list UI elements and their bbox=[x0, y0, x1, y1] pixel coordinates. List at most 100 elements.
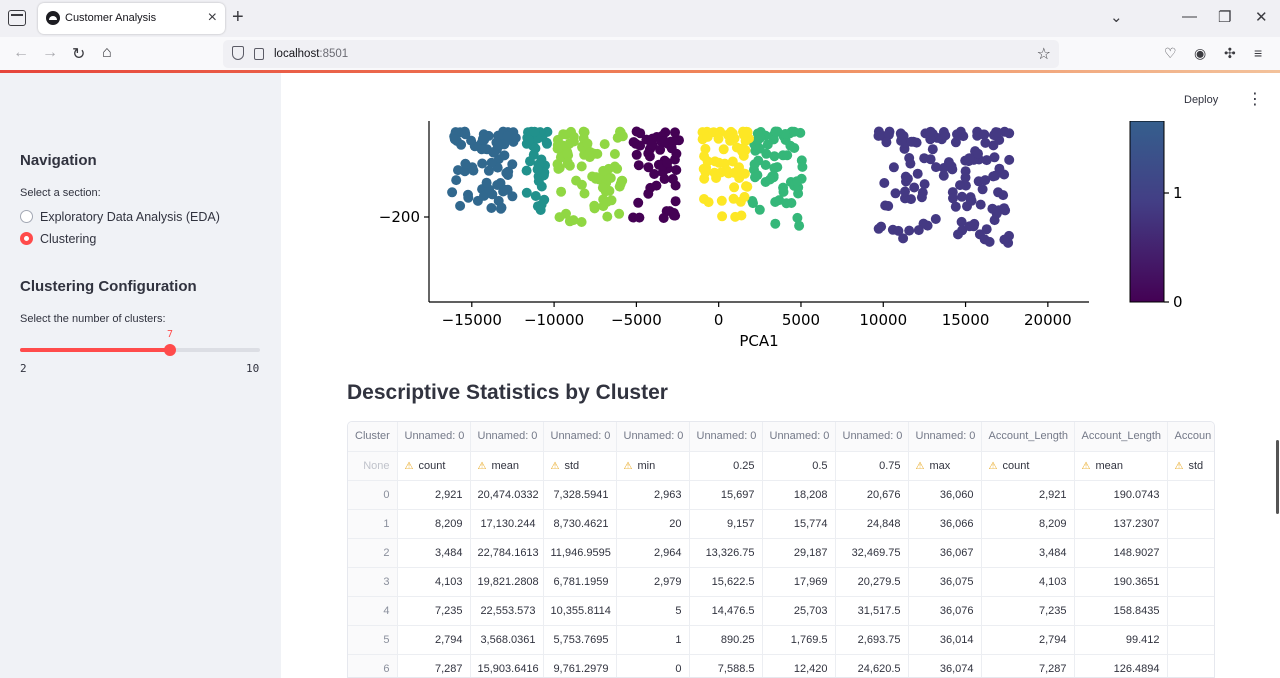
table-cell[interactable]: 36,075 bbox=[908, 567, 982, 597]
deploy-button[interactable]: Deploy bbox=[1184, 94, 1218, 106]
table-cell[interactable] bbox=[1167, 596, 1214, 626]
column-header[interactable]: Unnamed: 0 bbox=[397, 422, 471, 452]
table-cell[interactable]: 5,753.7695 bbox=[543, 625, 617, 655]
slider-thumb[interactable] bbox=[164, 344, 176, 356]
row-index-cell[interactable]: 2 bbox=[348, 538, 398, 568]
table-cell[interactable]: 19,821.2808 bbox=[470, 567, 544, 597]
table-cell[interactable]: 7,328.5941 bbox=[543, 480, 617, 510]
back-icon[interactable]: ← bbox=[13, 44, 29, 62]
table-cell[interactable]: 5 bbox=[616, 596, 690, 626]
radio-button-selected[interactable] bbox=[20, 232, 33, 245]
shield-icon[interactable] bbox=[232, 46, 244, 60]
table-cell[interactable]: 9,157 bbox=[689, 509, 763, 539]
table-cell[interactable]: 2,979 bbox=[616, 567, 690, 597]
column-header[interactable]: Unnamed: 0 bbox=[762, 422, 836, 452]
table-cell[interactable]: 17,969 bbox=[762, 567, 836, 597]
forward-icon[interactable]: → bbox=[42, 44, 58, 62]
table-cell[interactable]: 3,484 bbox=[981, 538, 1075, 568]
row-index-cell[interactable]: 0 bbox=[348, 480, 398, 510]
restore-icon[interactable]: ❐ bbox=[1218, 8, 1231, 26]
table-cell[interactable]: 20,676 bbox=[835, 480, 909, 510]
table-cell[interactable]: 18,208 bbox=[762, 480, 836, 510]
table-cell[interactable]: 24,848 bbox=[835, 509, 909, 539]
table-cell[interactable]: 7,235 bbox=[397, 596, 471, 626]
pocket-icon[interactable]: ♡ bbox=[1164, 45, 1177, 62]
table-cell[interactable]: 11,946.9595 bbox=[543, 538, 617, 568]
table-cell[interactable]: 8,730.4621 bbox=[543, 509, 617, 539]
tab-list-icon[interactable] bbox=[8, 10, 26, 26]
row-index-cell[interactable]: 5 bbox=[348, 625, 398, 655]
radio-button[interactable] bbox=[20, 210, 33, 223]
table-cell[interactable]: 190.0743 bbox=[1074, 480, 1168, 510]
table-cell[interactable]: 36,060 bbox=[908, 480, 982, 510]
column-header[interactable]: Unnamed: 0 bbox=[543, 422, 617, 452]
minimize-icon[interactable]: — bbox=[1182, 8, 1197, 25]
more-options-icon[interactable]: ⋮ bbox=[1247, 92, 1263, 108]
column-header[interactable]: Unnamed: 0 bbox=[689, 422, 763, 452]
column-header[interactable]: Unnamed: 0 bbox=[835, 422, 909, 452]
table-cell[interactable]: 29,187 bbox=[762, 538, 836, 568]
table-cell[interactable]: 99.412 bbox=[1074, 625, 1168, 655]
table-cell[interactable]: 15,697 bbox=[689, 480, 763, 510]
row-index-cell[interactable]: 4 bbox=[348, 596, 398, 626]
table-cell[interactable]: 15,622.5 bbox=[689, 567, 763, 597]
bookmark-star-icon[interactable]: ☆ bbox=[1037, 44, 1051, 64]
table-cell[interactable]: 36,074 bbox=[908, 654, 982, 677]
table-cell[interactable]: 24,620.5 bbox=[835, 654, 909, 677]
table-cell[interactable]: 20 bbox=[616, 509, 690, 539]
table-cell[interactable]: 1,769.5 bbox=[762, 625, 836, 655]
table-cell[interactable]: 3,484 bbox=[397, 538, 471, 568]
table-cell[interactable]: 4,103 bbox=[981, 567, 1075, 597]
table-cell[interactable]: 126.4894 bbox=[1074, 654, 1168, 677]
column-header[interactable]: Unnamed: 0 bbox=[616, 422, 690, 452]
table-cell[interactable]: 890.25 bbox=[689, 625, 763, 655]
table-cell[interactable]: 10,355.8114 bbox=[543, 596, 617, 626]
table-cell[interactable]: 7,235 bbox=[981, 596, 1075, 626]
window-close-icon[interactable]: ✕ bbox=[1255, 8, 1268, 26]
table-cell[interactable]: 148.9027 bbox=[1074, 538, 1168, 568]
table-cell[interactable]: 31,517.5 bbox=[835, 596, 909, 626]
table-cell[interactable]: 2,963 bbox=[616, 480, 690, 510]
account-icon[interactable]: ◉ bbox=[1194, 45, 1206, 62]
table-cell[interactable]: 25,703 bbox=[762, 596, 836, 626]
table-cell[interactable]: 7,287 bbox=[981, 654, 1075, 677]
table-cell[interactable]: 9,761.2979 bbox=[543, 654, 617, 677]
table-cell[interactable] bbox=[1167, 654, 1214, 677]
table-cell[interactable]: 7,287 bbox=[397, 654, 471, 677]
table-cell[interactable]: 15,903.6416 bbox=[470, 654, 544, 677]
table-cell[interactable]: 2,794 bbox=[397, 625, 471, 655]
scrollbar[interactable] bbox=[1276, 440, 1279, 514]
home-icon[interactable]: ⌂ bbox=[102, 44, 112, 62]
table-cell[interactable]: 22,784.1613 bbox=[470, 538, 544, 568]
table-cell[interactable]: 2,693.75 bbox=[835, 625, 909, 655]
table-cell[interactable]: 36,014 bbox=[908, 625, 982, 655]
radio-clustering[interactable]: Clustering bbox=[20, 232, 96, 246]
table-cell[interactable]: 8,209 bbox=[981, 509, 1075, 539]
close-icon[interactable]: × bbox=[208, 9, 217, 27]
new-tab-icon[interactable]: + bbox=[232, 6, 244, 29]
reload-icon[interactable]: ↻ bbox=[72, 44, 85, 64]
browser-tab[interactable]: Customer Analysis × bbox=[38, 3, 225, 34]
table-cell[interactable] bbox=[1167, 538, 1214, 568]
column-header[interactable]: Cluster bbox=[348, 422, 398, 452]
table-cell[interactable]: 12,420 bbox=[762, 654, 836, 677]
column-header[interactable]: Accoun bbox=[1167, 422, 1214, 452]
url-bar[interactable]: localhost:8501 ☆ bbox=[223, 40, 1059, 68]
table-cell[interactable]: 22,553.573 bbox=[470, 596, 544, 626]
table-cell[interactable]: 14,476.5 bbox=[689, 596, 763, 626]
table-cell[interactable] bbox=[1167, 625, 1214, 655]
table-cell[interactable] bbox=[1167, 567, 1214, 597]
column-header[interactable]: Account_Length bbox=[981, 422, 1075, 452]
table-cell[interactable]: 15,774 bbox=[762, 509, 836, 539]
table-cell[interactable]: 2,921 bbox=[981, 480, 1075, 510]
table-cell[interactable]: 36,067 bbox=[908, 538, 982, 568]
table-cell[interactable]: 190.3651 bbox=[1074, 567, 1168, 597]
table-cell[interactable] bbox=[1167, 480, 1214, 510]
table-cell[interactable]: 0 bbox=[616, 654, 690, 677]
table-cell[interactable]: 6,781.1959 bbox=[543, 567, 617, 597]
row-index-cell[interactable]: 1 bbox=[348, 509, 398, 539]
table-cell[interactable]: 137.2307 bbox=[1074, 509, 1168, 539]
table-cell[interactable]: 17,130.244 bbox=[470, 509, 544, 539]
table-cell[interactable]: 20,279.5 bbox=[835, 567, 909, 597]
clusters-slider[interactable]: 7 bbox=[20, 329, 260, 356]
